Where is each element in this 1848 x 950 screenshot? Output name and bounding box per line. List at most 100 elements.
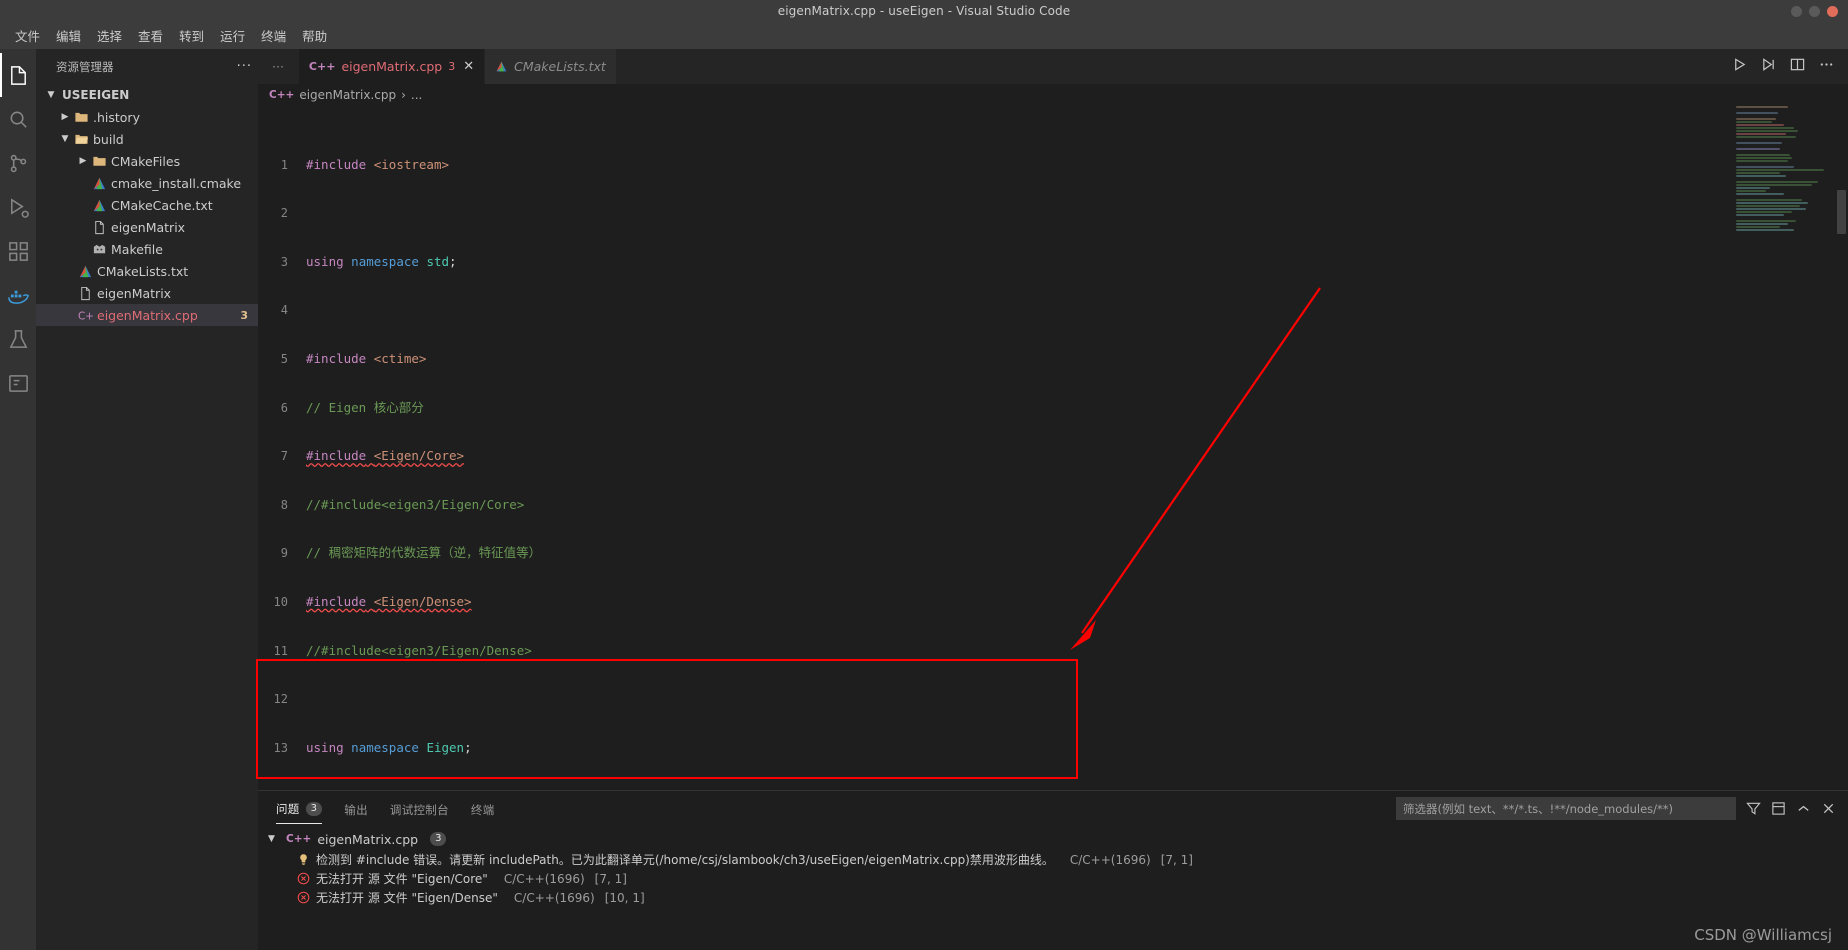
problem-source: C/C++(1696) — [503, 871, 585, 886]
problem-row-error[interactable]: 无法打开 源 文件 "Eigen/Core" C/C++(1696) [7, 1… — [258, 869, 1848, 888]
chevron-up-icon[interactable] — [1796, 801, 1811, 816]
tree-item-cmakelists[interactable]: CMakeLists.txt — [36, 260, 258, 282]
filter-placeholder: 筛选器(例如 text、**/*.ts、!**/node_modules/**) — [1403, 801, 1674, 816]
activity-source-control[interactable] — [0, 141, 36, 185]
explorer-more-actions[interactable]: ··· — [237, 59, 252, 74]
problem-message: 无法打开 源 文件 "Eigen/Dense" — [316, 891, 498, 905]
close-icon[interactable] — [1821, 801, 1836, 816]
makefile-icon — [90, 242, 109, 257]
split-editor-icon[interactable] — [1790, 57, 1805, 76]
breadcrumb: C++ eigenMatrix.cpp › ... — [258, 84, 1848, 106]
menu-run[interactable]: 运行 — [213, 23, 252, 48]
problems-file-group[interactable]: ▼ C++ eigenMatrix.cpp 3 — [258, 828, 1848, 850]
menu-edit[interactable]: 编辑 — [49, 23, 88, 48]
problem-message: 检测到 #include 错误。请更新 includePath。已为此翻译单元(… — [316, 853, 1054, 867]
chevron-down-icon[interactable]: ▼ — [268, 834, 280, 844]
tree-item-build[interactable]: ▼ build — [36, 128, 258, 150]
breadcrumb-file[interactable]: eigenMatrix.cpp — [299, 88, 396, 102]
tabs-overflow-button[interactable]: ··· — [258, 49, 299, 84]
cpp-file-icon: C++ — [286, 833, 312, 845]
panel-tab-output[interactable]: 输出 — [344, 794, 368, 824]
maximize-button[interactable] — [1809, 5, 1820, 17]
panel-tab-terminal[interactable]: 终端 — [471, 794, 495, 824]
line-number: 11 — [273, 643, 288, 658]
minimize-button[interactable] — [1791, 5, 1802, 17]
tree-item-history[interactable]: ▶ .history — [36, 106, 258, 128]
tab-cmakelists-txt[interactable]: CMakeLists.txt — [485, 49, 617, 84]
code-text: //#include<eigen3/Eigen/Dense> — [306, 642, 532, 658]
cpp-file-icon: C++ — [76, 308, 95, 323]
activity-docker[interactable] — [0, 273, 36, 317]
code-line: 13 using namespace Eigen; — [258, 740, 1848, 756]
menu-terminal[interactable]: 终端 — [254, 23, 293, 48]
breadcrumb-rest[interactable]: ... — [411, 88, 422, 102]
problem-row-error[interactable]: 无法打开 源 文件 "Eigen/Dense" C/C++(1696) [10,… — [258, 888, 1848, 907]
menu-view[interactable]: 查看 — [131, 23, 170, 48]
maximize-icon[interactable] — [1771, 801, 1786, 816]
tree-item-label: CMakeCache.txt — [111, 197, 213, 213]
workspace-root-row[interactable]: ▼ USEEIGEN — [36, 84, 258, 106]
tree-item-makefile[interactable]: Makefile — [36, 238, 258, 260]
activity-remote-explorer[interactable] — [0, 361, 36, 405]
tree-item-eigenmatrix-cpp[interactable]: C++ eigenMatrix.cpp 3 — [36, 304, 258, 326]
code-editor[interactable]: 1 #include <iostream> 2 3 using namespace … — [258, 106, 1848, 790]
activity-run-debug[interactable] — [0, 185, 36, 229]
tab-eigenmatrix-cpp[interactable]: C++ eigenMatrix.cpp 3 ✕ — [298, 49, 486, 84]
play-icon[interactable] — [1732, 57, 1747, 76]
code-line: 1 #include <iostream> — [258, 157, 1848, 173]
debug-play-icon[interactable] — [1761, 57, 1776, 76]
code-line: 2 — [258, 205, 1848, 221]
cmake-file-icon — [90, 176, 109, 191]
folder-icon — [72, 110, 91, 125]
activity-explorer[interactable] — [0, 53, 36, 97]
chevron-right-icon[interactable]: ▶ — [58, 112, 72, 122]
activity-testing[interactable] — [0, 317, 36, 361]
code-line: 14 — [258, 788, 1848, 790]
problems-list: ▼ C++ eigenMatrix.cpp 3 检测到 #include 错误。… — [258, 826, 1848, 950]
line-number: 4 — [280, 303, 288, 318]
folder-icon — [90, 154, 109, 169]
code-line: 4 — [258, 302, 1848, 318]
window-controls[interactable] — [1791, 0, 1838, 22]
problems-filter-input[interactable]: 筛选器(例如 text、**/*.ts、!**/node_modules/**) — [1396, 797, 1736, 820]
panel-tab-problems[interactable]: 问题 3 — [276, 793, 323, 824]
tree-item-eigenmatrix-binary[interactable]: eigenMatrix — [36, 216, 258, 238]
funnel-icon[interactable] — [1746, 801, 1761, 816]
cpp-file-icon: C++ — [308, 60, 336, 73]
tree-item-label: cmake_install.cmake — [111, 175, 242, 191]
cmake-file-icon — [90, 198, 109, 213]
menu-help[interactable]: 帮助 — [295, 23, 334, 48]
line-number: 5 — [280, 351, 288, 366]
editor-scrollbar[interactable] — [1834, 106, 1848, 790]
svg-text:C++: C++ — [78, 310, 93, 322]
problem-source: C/C++(1696) — [513, 890, 595, 905]
activity-search[interactable] — [0, 97, 36, 141]
close-window-button[interactable] — [1827, 5, 1838, 17]
menu-file[interactable]: 文件 — [8, 23, 47, 48]
tree-item-eigenmatrix[interactable]: eigenMatrix — [36, 282, 258, 304]
code-line: 9 // 稠密矩阵的代数运算（逆，特征值等） — [258, 545, 1848, 561]
problems-file-name: eigenMatrix.cpp — [317, 831, 419, 847]
tab-label: eigenMatrix.cpp — [341, 59, 443, 74]
tree-item-cmake-install[interactable]: cmake_install.cmake — [36, 172, 258, 194]
tree-item-cmakefiles[interactable]: ▶ CMakeFiles — [36, 150, 258, 172]
scrollbar-thumb[interactable] — [1837, 190, 1846, 234]
title-bar: eigenMatrix.cpp - useEigen - Visual Stud… — [0, 0, 1848, 22]
menu-go[interactable]: 转到 — [172, 23, 211, 48]
tree-item-cmakecache[interactable]: CMakeCache.txt — [36, 194, 258, 216]
ellipsis-icon[interactable] — [1819, 57, 1834, 76]
workbench: 资源管理器 ··· ▼ USEEIGEN ▶ .history ▼ build … — [0, 49, 1848, 950]
problem-row-warning[interactable]: 检测到 #include 错误。请更新 includePath。已为此翻译单元(… — [258, 850, 1848, 869]
cpp-file-icon: C++ — [269, 89, 295, 101]
tab-label: CMakeLists.txt — [514, 59, 606, 74]
chevron-down-icon[interactable]: ▼ — [58, 134, 72, 144]
code-line: 10 #include <Eigen/Dense> — [258, 594, 1848, 610]
panel-tab-debug-console[interactable]: 调试控制台 — [390, 794, 449, 824]
menu-selection[interactable]: 选择 — [90, 23, 129, 48]
lightbulb-icon — [296, 853, 310, 866]
problem-source: C/C++(1696) — [1069, 852, 1151, 867]
close-icon[interactable]: ✕ — [463, 59, 474, 74]
chevron-right-icon[interactable]: ▶ — [76, 156, 90, 166]
line-number: 14 — [258, 788, 306, 790]
activity-extensions[interactable] — [0, 229, 36, 273]
